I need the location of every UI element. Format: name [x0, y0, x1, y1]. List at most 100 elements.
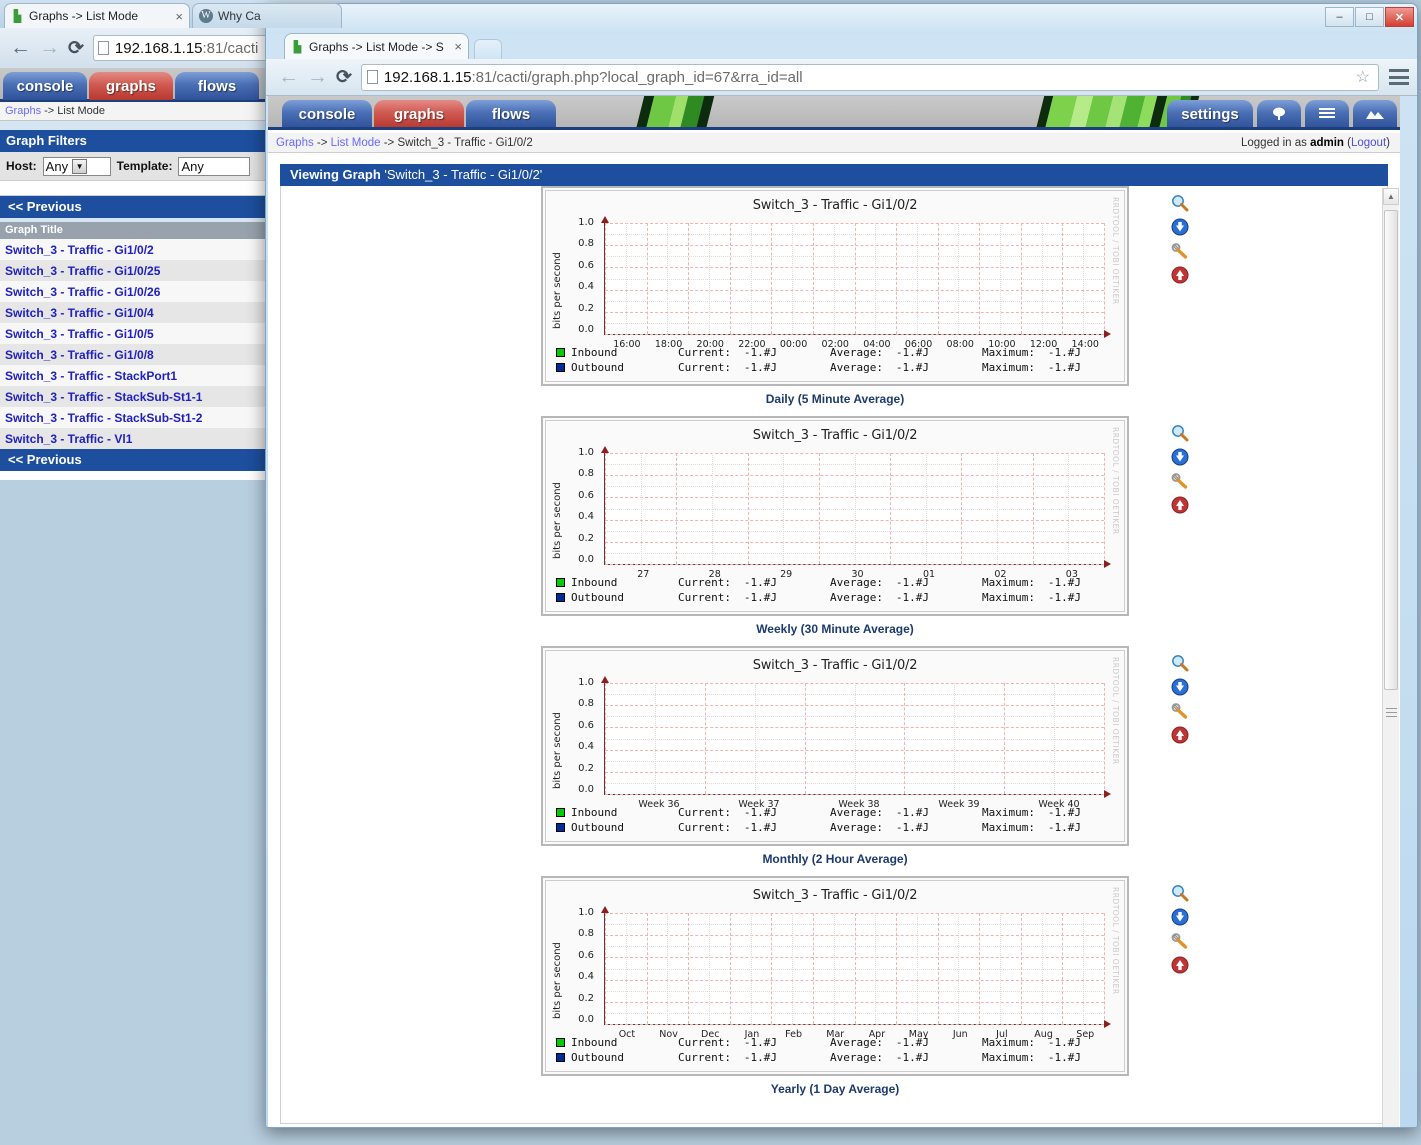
minimize-button[interactable]: – — [1325, 7, 1354, 27]
x-tick-label: 01 — [922, 569, 936, 580]
host-select[interactable]: Any ▼ — [42, 156, 111, 176]
list-item[interactable]: Switch_3 - Traffic - Gi1/0/2 — [0, 239, 268, 260]
grid-line-v — [804, 683, 806, 794]
logout-link[interactable]: Logout — [1351, 137, 1386, 149]
close-button[interactable]: ✕ — [1385, 7, 1414, 27]
zoom-icon[interactable] — [1171, 424, 1189, 442]
maximize-button[interactable]: □ — [1355, 7, 1384, 27]
zoom-icon[interactable] — [1171, 654, 1189, 672]
x-tick-label: 12:00 — [1029, 339, 1058, 350]
rear-column-header-graph-title: Graph Title — [0, 222, 268, 239]
close-icon[interactable]: × — [175, 9, 183, 24]
grid-line-v — [605, 223, 606, 334]
x-tick-label: Jan — [744, 1029, 760, 1040]
csv-export-icon[interactable] — [1171, 448, 1189, 466]
login-status: Logged in as admin (Logout) — [1241, 137, 1390, 149]
graph-image[interactable]: Switch_3 - Traffic - Gi1/0/2 bits per se… — [545, 880, 1125, 1072]
cacti-nav-right-group: settings — [1167, 100, 1397, 127]
page-top-icon[interactable] — [1171, 266, 1189, 284]
front-address-bar[interactable]: 192.168.1.15:81/cacti/graph.php?local_gr… — [360, 63, 1379, 91]
x-tick-label: 28 — [708, 569, 721, 580]
legend-swatch-inbound — [556, 1038, 565, 1047]
legend-series-name: Outbound — [571, 361, 624, 374]
graph-properties-icon[interactable] — [1171, 932, 1189, 950]
nav-tab-flows[interactable]: flows — [466, 100, 556, 127]
zoom-icon[interactable] — [1171, 884, 1189, 902]
menu-icon[interactable] — [1389, 69, 1409, 85]
page-scrollbar[interactable]: ▲ ▼ — [1382, 188, 1399, 1127]
graph-title: Switch_3 - Traffic - Gi1/0/2 — [752, 888, 918, 903]
preview-icon[interactable] — [1353, 100, 1397, 127]
nav-tab-graphs[interactable]: graphs — [374, 100, 464, 127]
close-icon[interactable]: × — [454, 39, 462, 54]
rear-tab-why-ca[interactable]: W Why Ca — [192, 3, 342, 28]
list-item[interactable]: Switch_3 - Traffic - Gi1/0/5 — [0, 323, 268, 344]
graph-image[interactable]: Switch_3 - Traffic - Gi1/0/2 bits per se… — [545, 650, 1125, 842]
rear-previous-top-button[interactable]: << Previous — [0, 196, 268, 218]
new-tab-button[interactable] — [474, 39, 502, 59]
front-tab-graphs-list-mode[interactable]: Graphs -> List Mode -> S × — [284, 33, 469, 59]
y-tick-label: 1.0 — [578, 447, 594, 458]
list-item[interactable]: Switch_3 - Traffic - Gi1/0/8 — [0, 344, 268, 365]
rrdtool-watermark: RRDTOOL / TOBI OETIKER — [1111, 197, 1120, 305]
list-item[interactable]: Switch_3 - Traffic - StackSub-St1-1 — [0, 386, 268, 407]
rear-tab-graphs-list-mode[interactable]: Graphs -> List Mode × — [4, 3, 190, 28]
csv-export-icon[interactable] — [1171, 218, 1189, 236]
grid-line-v — [605, 683, 606, 794]
rear-nav-tab-console[interactable]: console — [3, 72, 87, 100]
breadcrumb-graphs[interactable]: Graphs — [276, 137, 314, 149]
forward-icon[interactable]: → — [307, 65, 328, 89]
list-item[interactable]: Switch_3 - Traffic - Gi1/0/26 — [0, 281, 268, 302]
rear-breadcrumb-graphs[interactable]: Graphs — [5, 105, 41, 117]
scrollbar-thumb[interactable] — [1384, 210, 1398, 690]
legend-swatch-outbound — [556, 1053, 565, 1062]
list-icon[interactable] — [1305, 100, 1349, 127]
csv-export-icon[interactable] — [1171, 908, 1189, 926]
page-top-icon[interactable] — [1171, 726, 1189, 744]
page-top-icon[interactable] — [1171, 956, 1189, 974]
graph-image[interactable]: Switch_3 - Traffic - Gi1/0/2 bits per se… — [545, 420, 1125, 612]
list-item[interactable]: Switch_3 - Traffic - Gi1/0/4 — [0, 302, 268, 323]
tree-icon[interactable] — [1257, 100, 1301, 127]
reload-icon[interactable]: ⟳ — [336, 66, 352, 89]
login-paren-close: ) — [1386, 137, 1390, 149]
legend-current-value: -1.#J — [743, 1051, 777, 1064]
graph-properties-icon[interactable] — [1171, 242, 1189, 260]
page-top-icon[interactable] — [1171, 496, 1189, 514]
rear-nav-tab-flows[interactable]: flows — [175, 72, 259, 100]
grid-line-v-minor — [708, 223, 710, 334]
viewing-graph-header: Viewing Graph 'Switch_3 - Traffic - Gi1/… — [280, 164, 1388, 186]
x-tick-label: Week 40 — [1038, 799, 1080, 810]
rear-previous-bottom-button[interactable]: << Previous — [0, 449, 268, 471]
template-select[interactable]: Any — [178, 156, 251, 176]
list-item[interactable]: Switch_3 - Traffic - Vl1 — [0, 428, 268, 449]
reload-icon[interactable]: ⟳ — [68, 37, 84, 60]
back-icon[interactable]: ← — [10, 36, 31, 60]
x-tick-label: 03 — [1065, 569, 1078, 580]
front-title-bar[interactable]: – □ ✕ — [266, 4, 1417, 34]
zoom-icon[interactable] — [1171, 194, 1189, 212]
graph-image[interactable]: Switch_3 - Traffic - Gi1/0/2 bits per se… — [545, 190, 1125, 382]
list-item[interactable]: Switch_3 - Traffic - StackPort1 — [0, 365, 268, 386]
bookmark-star-icon[interactable]: ☆ — [1356, 67, 1373, 87]
front-tab-title: Graphs -> List Mode -> S — [309, 39, 444, 54]
list-item[interactable]: Switch_3 - Traffic - Gi1/0/25 — [0, 260, 268, 281]
graph-properties-icon[interactable] — [1171, 472, 1189, 490]
foreground-browser-window[interactable]: – □ ✕ Graphs -> List Mode -> S × ← → ⟳ 1… — [265, 3, 1418, 1128]
graph-caption: Yearly (1 Day Average) — [770, 1082, 900, 1096]
grid-line-v — [812, 913, 814, 1024]
nav-tab-console[interactable]: console — [282, 100, 372, 127]
rear-nav-tab-graphs[interactable]: graphs — [89, 72, 173, 100]
csv-export-icon[interactable] — [1171, 678, 1189, 696]
nav-tab-settings[interactable]: settings — [1167, 100, 1253, 127]
scroll-up-button[interactable]: ▲ — [1383, 188, 1399, 205]
y-tick-label: 0.4 — [578, 511, 594, 523]
grid-line-v — [1004, 683, 1006, 794]
breadcrumb-list-mode[interactable]: List Mode — [331, 137, 381, 149]
forward-icon[interactable]: → — [39, 36, 60, 60]
graph-properties-icon[interactable] — [1171, 702, 1189, 720]
chevron-down-icon[interactable]: ▼ — [72, 158, 88, 174]
rear-page-bottom — [0, 471, 268, 480]
list-item[interactable]: Switch_3 - Traffic - StackSub-St1-2 — [0, 407, 268, 428]
back-icon[interactable]: ← — [278, 65, 299, 89]
